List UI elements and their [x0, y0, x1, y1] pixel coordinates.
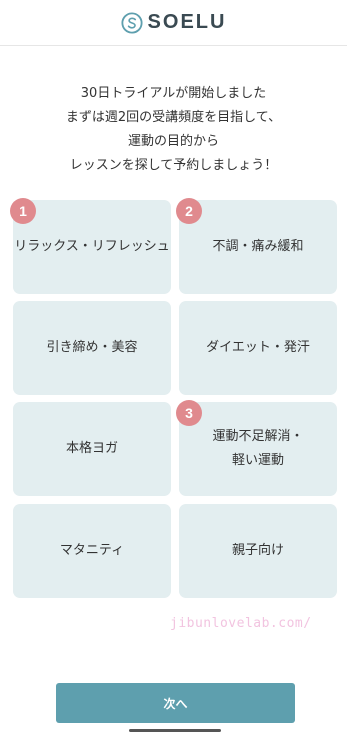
category-label-line: 軽い運動: [231, 453, 284, 468]
category-card-maternity[interactable]: マタニティ: [13, 504, 171, 598]
category-label: リラックス・リフレッシュ: [14, 239, 170, 254]
category-card-toning[interactable]: 引き締め・美容: [13, 301, 171, 395]
intro-line: まずは週2回の受講頻度を目指して、: [65, 110, 282, 125]
intro-line: 30日トライアルが開始しました: [80, 86, 267, 101]
category-card-yoga[interactable]: 本格ヨガ: [13, 402, 171, 496]
category-label: ダイエット・発汗: [206, 340, 310, 355]
soelu-logo[interactable]: SOELU: [121, 11, 227, 34]
category-label: 運動不足解消・ 軽い運動: [212, 425, 303, 473]
category-card-parent-child[interactable]: 親子向け: [179, 504, 337, 598]
category-card-light-exercise[interactable]: 運動不足解消・ 軽い運動: [179, 402, 337, 496]
intro-message: 30日トライアルが開始しました まずは週2回の受講頻度を目指して、 運動の目的か…: [0, 82, 347, 178]
logo-text: SOELU: [147, 11, 227, 33]
step-badge: 3: [176, 400, 202, 426]
intro-line: 運動の目的から: [127, 134, 219, 149]
app-header: SOELU: [0, 0, 347, 46]
category-label: 引き締め・美容: [46, 340, 138, 355]
category-label: 不調・痛み緩和: [212, 239, 304, 254]
soelu-s-logo-icon: [121, 11, 143, 34]
category-card-relax[interactable]: リラックス・リフレッシュ: [13, 200, 171, 294]
watermark: jibunlovelab.com/: [170, 616, 312, 631]
step-badge: 2: [176, 198, 202, 224]
category-label-line: 運動不足解消・: [212, 429, 304, 444]
category-label: 親子向け: [231, 543, 284, 558]
category-label: マタニティ: [59, 543, 125, 558]
category-card-pain-relief[interactable]: 不調・痛み緩和: [179, 200, 337, 294]
category-card-diet[interactable]: ダイエット・発汗: [179, 301, 337, 395]
next-button[interactable]: 次へ: [56, 683, 295, 723]
step-badge: 1: [10, 198, 36, 224]
intro-line: レッスンを探して予約しましょう！: [69, 158, 278, 173]
category-label: 本格ヨガ: [65, 441, 118, 456]
